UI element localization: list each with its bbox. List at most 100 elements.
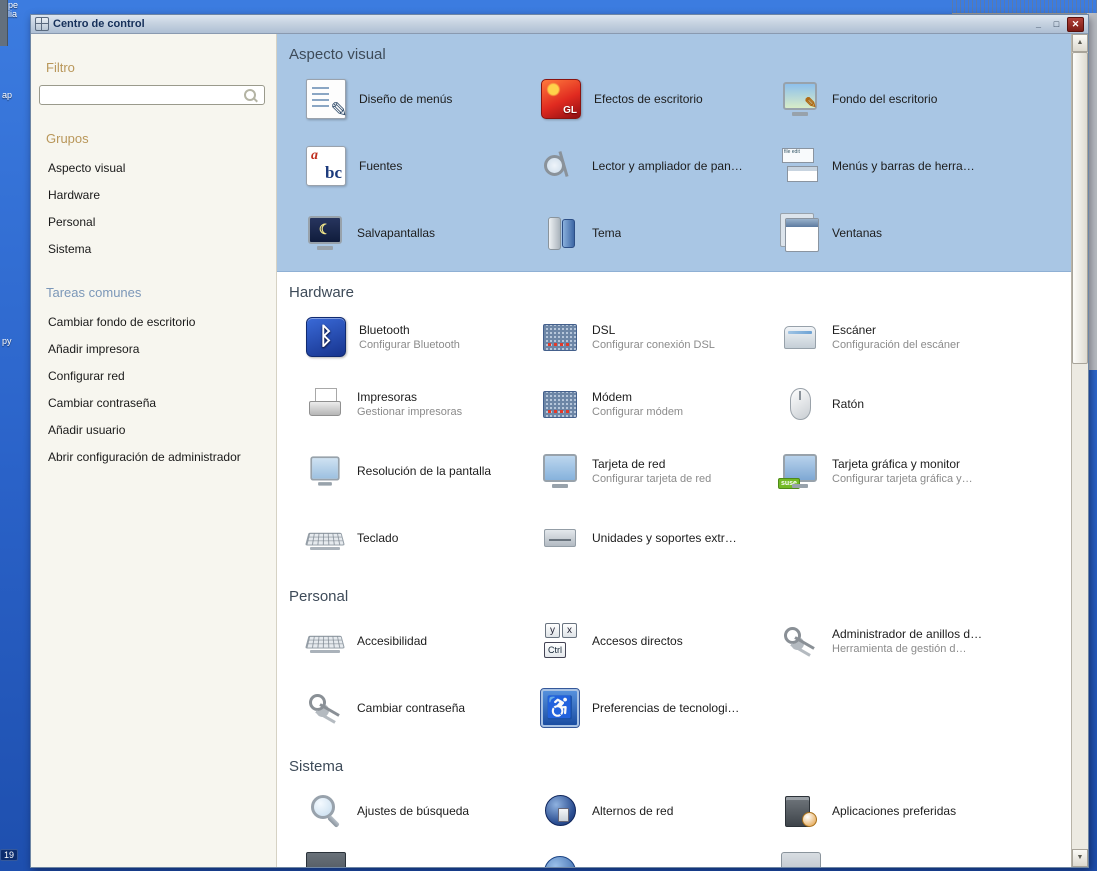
scrollbar-track[interactable] [1072, 52, 1088, 849]
launcher-item[interactable]: Menús y barras de herra… [781, 140, 1071, 192]
launcher-item[interactable]: Alternos de red [541, 785, 781, 837]
desktop-effects-icon [541, 79, 581, 119]
desktop-fragment-block [0, 0, 8, 46]
launcher-item[interactable]: suseTarjeta gráfica y monitorConfigurar … [781, 445, 1071, 497]
window-icon [35, 17, 49, 31]
launcher-item[interactable]: Lector y ampliador de pan… [541, 140, 781, 192]
launcher-item-text: Administrador de anillos d…Herramienta d… [832, 627, 982, 656]
launcher-item[interactable]: EscánerConfiguración del escáner [781, 311, 1071, 363]
vertical-scrollbar[interactable]: ▲ ▼ [1071, 34, 1088, 867]
sidebar-task-item[interactable]: Abrir configuración de administrador [31, 444, 276, 471]
launcher-item-label: Aplicaciones preferidas [832, 804, 956, 819]
launcher-item-label: Preferencias de tecnologi… [592, 701, 739, 716]
sidebar-group-item[interactable]: Aspecto visual [31, 155, 276, 182]
launcher-item-partial[interactable] [306, 852, 541, 867]
launcher-item-label: Ajustes de búsqueda [357, 804, 469, 819]
launcher-item[interactable]: Administrador de anillos d…Herramienta d… [781, 615, 1071, 667]
launcher-item-label: Resolución de la pantalla [357, 464, 491, 479]
launcher-item[interactable]: Teclado [306, 512, 541, 564]
launcher-item-partial[interactable] [781, 852, 1071, 867]
launcher-item-text: Lector y ampliador de pan… [592, 159, 743, 174]
scroll-up-button[interactable]: ▲ [1072, 34, 1088, 52]
sidebar-task-item[interactable]: Cambiar contraseña [31, 390, 276, 417]
partially-visible-icon [541, 853, 579, 867]
section-title: Sistema [289, 758, 1071, 775]
icon-glyph: Ctrl [544, 642, 566, 658]
launcher-item[interactable]: Ratón [781, 378, 1071, 430]
launcher-item[interactable]: Ajustes de búsqueda [306, 785, 541, 837]
launcher-item[interactable]: Diseño de menús [306, 73, 541, 125]
launcher-item-label: Diseño de menús [359, 92, 452, 107]
launcher-item-label: Ratón [832, 397, 864, 412]
section-grid: ᛒBluetoothConfigurar BluetoothDSLConfigu… [277, 311, 1071, 564]
network-card-icon [541, 452, 579, 490]
section-hardware: Hardware ᛒBluetoothConfigurar BluetoothDS… [277, 272, 1071, 576]
bluetooth-icon: ᛒ [306, 317, 346, 357]
section-grid: Diseño de menús Efectos de escritorio ✎Fon… [277, 73, 1071, 259]
scrollbar-thumb[interactable] [1072, 52, 1088, 364]
launcher-item[interactable]: Accesibilidad [306, 615, 541, 667]
launcher-item-label: Teclado [357, 531, 398, 546]
launcher-item[interactable]: DSLConfigurar conexión DSL [541, 311, 781, 363]
launcher-item[interactable]: Fuentes [306, 140, 541, 192]
launcher-item[interactable]: Tarjeta de redConfigurar tarjeta de red [541, 445, 781, 497]
mouse-icon [781, 385, 819, 423]
maximize-button[interactable]: □ [1049, 18, 1064, 31]
scroll-down-button[interactable]: ▼ [1072, 849, 1088, 867]
launcher-item-label: Escáner [832, 323, 960, 338]
launcher-item-label: Administrador de anillos d… [832, 627, 982, 642]
launcher-item[interactable]: ✎Fondo del escritorio [781, 73, 1071, 125]
launcher-item[interactable]: Cambiar contraseña [306, 682, 541, 734]
launcher-item[interactable]: Efectos de escritorio [541, 73, 781, 125]
fonts-icon [306, 146, 346, 186]
launcher-item[interactable]: Tema [541, 207, 781, 259]
sidebar-group-item[interactable]: Personal [31, 209, 276, 236]
launcher-item-text: Resolución de la pantalla [357, 464, 491, 479]
icon-glyph: ☾ [306, 214, 344, 252]
launcher-item[interactable]: Aplicaciones preferidas [781, 785, 1071, 837]
search-icon [244, 89, 256, 101]
launcher-item[interactable]: ImpresorasGestionar impresoras [306, 378, 541, 430]
sidebar-group-item[interactable]: Sistema [31, 236, 276, 263]
section-title: Hardware [289, 284, 1071, 301]
launcher-item[interactable]: ☾Salvapantallas [306, 207, 541, 259]
launcher-item-label: Cambiar contraseña [357, 701, 465, 716]
launcher-item-partial[interactable] [541, 852, 781, 867]
minimize-button[interactable]: _ [1031, 18, 1046, 31]
launcher-item[interactable]: ♿Preferencias de tecnologi… [541, 682, 781, 734]
filter-heading: Filtro [46, 60, 276, 75]
launcher-item-sublabel: Configurar Bluetooth [359, 338, 460, 352]
launcher-item-label: Efectos de escritorio [594, 92, 703, 107]
launcher-item-sublabel: Configurar tarjeta de red [592, 472, 711, 486]
launcher-item[interactable]: Ventanas [781, 207, 1071, 259]
menus-toolbars-icon [781, 147, 819, 185]
launcher-item-text: MódemConfigurar módem [592, 390, 683, 419]
sidebar-task-item[interactable]: Añadir usuario [31, 417, 276, 444]
launcher-item-label: Tarjeta de red [592, 457, 711, 472]
launcher-item-label: Fondo del escritorio [832, 92, 937, 107]
change-password-icon [306, 689, 344, 727]
launcher-item-text: Accesibilidad [357, 634, 427, 649]
launcher-item[interactable]: MódemConfigurar módem [541, 378, 781, 430]
printer-icon [306, 385, 344, 423]
filter-input[interactable] [39, 85, 265, 105]
launcher-item[interactable]: CtrlAccesos directos [541, 615, 781, 667]
launcher-item[interactable]: Resolución de la pantalla [306, 445, 541, 497]
launcher-item[interactable]: Unidades y soportes extr… [541, 512, 781, 564]
sidebar-task-item[interactable]: Añadir impresora [31, 336, 276, 363]
sidebar-task-item[interactable]: Configurar red [31, 363, 276, 390]
sidebar-group-item[interactable]: Hardware [31, 182, 276, 209]
sidebar-task-item[interactable]: Cambiar fondo de escritorio [31, 309, 276, 336]
partially-visible-icon [306, 852, 346, 867]
launcher-item-text: Tarjeta gráfica y monitorConfigurar tarj… [832, 457, 973, 486]
desktop-icon-label-fragment: 19 [0, 849, 18, 861]
section-sistema: Sistema Ajustes de búsqueda Alternos de re… [277, 746, 1071, 867]
section-grid: Accesibilidad CtrlAccesos directos Adminis… [277, 615, 1071, 734]
launcher-item[interactable]: ᛒBluetoothConfigurar Bluetooth [306, 311, 541, 363]
launcher-item-text: Ajustes de búsqueda [357, 804, 469, 819]
launcher-item-label: Alternos de red [592, 804, 673, 819]
close-button[interactable]: ✕ [1067, 17, 1084, 32]
window-body: Filtro Grupos Aspecto visualHardwarePers… [31, 34, 1088, 867]
titlebar[interactable]: Centro de control _ □ ✕ [31, 15, 1088, 34]
section-grid: Ajustes de búsqueda Alternos de red Aplica… [277, 785, 1071, 867]
